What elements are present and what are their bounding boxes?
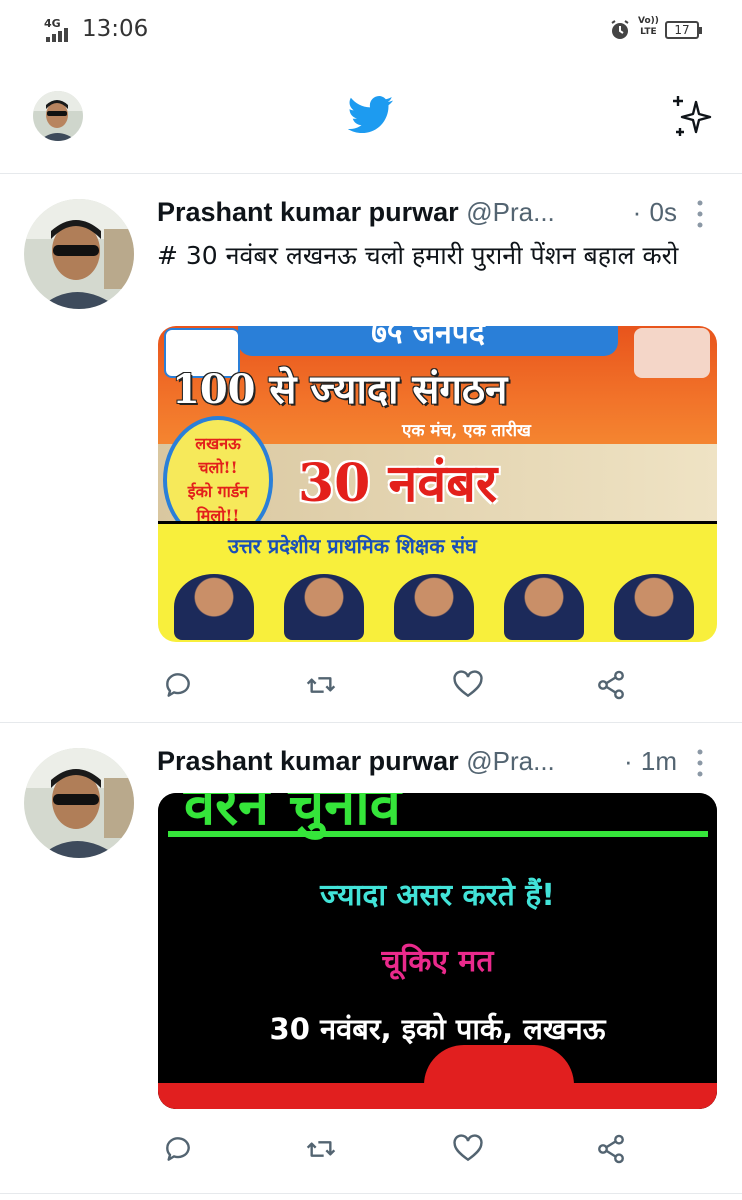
sparkle-icon[interactable]: [668, 94, 716, 142]
battery-indicator: 17: [665, 21, 702, 39]
like-icon: [453, 670, 483, 698]
poster-date: 30 नवंबर: [298, 453, 498, 514]
poster-subline: एक मंच, एक तारीख: [402, 421, 531, 441]
share-button[interactable]: [591, 1129, 631, 1169]
portrait-image: [394, 574, 474, 640]
timestamp-wrap: · 0s: [633, 197, 677, 228]
poster-red-bar: [158, 1083, 717, 1109]
alarm-icon: [611, 20, 629, 39]
twitter-bird-icon[interactable]: [348, 96, 394, 134]
poster-line-1: ज्यादा असर करते हैं!: [320, 878, 555, 913]
tweet-header: Prashant kumar purwar @Pra... · 1m: [157, 746, 677, 780]
tweet-timestamp[interactable]: 1m: [641, 746, 677, 776]
status-bar: 4G 13:06 Vo)) LTE 17: [0, 0, 742, 58]
share-button[interactable]: [591, 665, 631, 705]
top-app-bar: [0, 58, 742, 174]
separator-dot: ·: [623, 746, 633, 776]
poster-green-bar: [168, 831, 708, 837]
tweet-header: Prashant kumar purwar @Pra... · 0s: [157, 197, 677, 231]
more-options-icon[interactable]: [692, 746, 708, 780]
like-button[interactable]: [448, 1129, 488, 1169]
volte-indicator: Vo)) LTE: [638, 16, 659, 37]
retweet-button[interactable]: [301, 665, 341, 705]
portrait-image: [284, 574, 364, 640]
poster-image: वरन चुनाव ज्यादा असर करते हैं! चूकिए मत …: [158, 793, 717, 1109]
reply-button[interactable]: [158, 665, 198, 705]
retweet-icon: [306, 677, 336, 693]
poster-image: ७५ जनपद 100 से ज्यादा संगठन एक मंच, एक त…: [158, 326, 717, 642]
reply-icon: [166, 1137, 190, 1161]
avatar-photo: [33, 91, 83, 141]
author-name[interactable]: Prashant kumar purwar: [157, 746, 459, 776]
separator-dot: ·: [632, 197, 642, 227]
share-icon: [598, 670, 624, 700]
tweet-timestamp[interactable]: 0s: [650, 197, 677, 227]
portrait-image: [174, 574, 254, 640]
more-options-icon[interactable]: [692, 197, 708, 231]
tweet[interactable]: Prashant kumar purwar @Pra... · 1m वरन च…: [0, 724, 742, 1194]
like-button[interactable]: [448, 665, 488, 705]
share-icon: [598, 1134, 624, 1164]
tweet-actions: [158, 665, 718, 705]
poster-union-name: उत्तर प्रदेशीय प्राथमिक शिक्षक संघ: [228, 534, 477, 558]
tweet-actions: [158, 1129, 718, 1169]
author-avatar[interactable]: [24, 748, 134, 858]
avatar-photo: [24, 748, 134, 858]
tweet[interactable]: Prashant kumar purwar @Pra... · 0s # 30 …: [0, 175, 742, 723]
poster-line-3: 30 नवंबर, इको पार्क, लखनऊ: [269, 1012, 606, 1046]
tweet-image[interactable]: वरन चुनाव ज्यादा असर करते हैं! चूकिए मत …: [158, 793, 717, 1109]
reply-icon: [166, 673, 190, 697]
status-time: 13:06: [82, 16, 149, 42]
portrait-image: [504, 574, 584, 640]
tweet-image[interactable]: ७५ जनपद 100 से ज्यादा संगठन एक मंच, एक त…: [158, 326, 717, 642]
retweet-button[interactable]: [301, 1129, 341, 1169]
avatar-photo: [24, 199, 134, 309]
author-handle[interactable]: @Pra...: [466, 197, 555, 227]
poster-line-2: चूकिए मत: [381, 944, 494, 979]
poster-bottom-section: उत्तर प्रदेशीय प्राथमिक शिक्षक संघ: [158, 521, 717, 642]
author-avatar[interactable]: [24, 199, 134, 309]
author-name[interactable]: Prashant kumar purwar: [157, 197, 459, 227]
like-icon: [453, 1134, 483, 1162]
reply-button[interactable]: [158, 1129, 198, 1169]
author-handle[interactable]: @Pra...: [466, 746, 555, 776]
retweet-icon: [306, 1141, 336, 1157]
poster-headline: 100 से ज्यादा संगठन: [172, 366, 508, 413]
tweet-text: # 30 नवंबर लखनऊ चलो हमारी पुरानी पेंशन ब…: [157, 241, 679, 270]
portrait-image: [614, 574, 694, 640]
timestamp-wrap: · 1m: [624, 746, 677, 777]
profile-avatar[interactable]: [33, 91, 83, 141]
signal-icon: [46, 28, 68, 42]
poster-top-strip: ७५ जनपद: [238, 326, 618, 356]
